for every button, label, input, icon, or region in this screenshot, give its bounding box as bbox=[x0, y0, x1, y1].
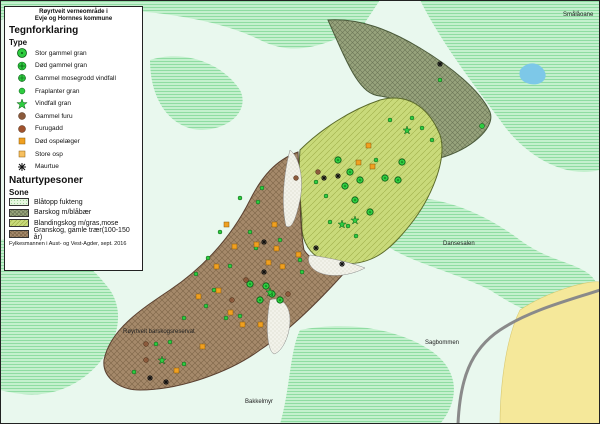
legend-item-dead-aspen-log: Død ospelæger bbox=[9, 135, 138, 148]
anthill-icon bbox=[9, 161, 35, 173]
dead-aspen-log-icon bbox=[9, 135, 35, 147]
legend-label: Blandingskog m/gras,mose bbox=[34, 219, 119, 227]
legend-label: Granskog, gamle trær(100-150 år) bbox=[33, 226, 130, 241]
legend-item-dead-old-spruce: Død gammel gran bbox=[9, 60, 138, 73]
dead-old-spruce-icon bbox=[9, 60, 35, 72]
legend-label: Store osp bbox=[35, 150, 63, 158]
legend-zone-granskog: Granskog, gamle trær(100-150 år) bbox=[9, 226, 138, 241]
legend-type-heading: Type bbox=[9, 38, 28, 47]
legend-label: Død ospelæger bbox=[35, 137, 80, 145]
spruce-windfall-icon bbox=[9, 97, 35, 110]
legend-item-old-pine: Gammel furu bbox=[9, 110, 138, 123]
legend-sone-heading: Sone bbox=[9, 187, 29, 197]
legend-item-mossy-windfall: Gammel mosegrodd vindfall bbox=[9, 72, 138, 85]
legend-heading: Tegnforklaring bbox=[9, 25, 79, 36]
place-smaldoane: Smålåoane bbox=[563, 12, 594, 18]
legend-item-big-old-spruce: Stor gammel gran bbox=[9, 47, 138, 60]
map-title-line1: Røyrtveit verneområde i bbox=[39, 9, 108, 15]
place-saglbommen: Sagbommen bbox=[425, 340, 460, 346]
legend-item-anthill: Maurtue bbox=[9, 160, 138, 173]
legend-label: Blåtopp fukteng bbox=[34, 198, 83, 206]
legend-zone-blatopp: Blåtopp fukteng bbox=[9, 197, 138, 208]
legend-label: Furugadd bbox=[35, 125, 63, 133]
old-pine-icon bbox=[9, 110, 35, 122]
zone-swatch-blatopp bbox=[9, 198, 29, 207]
legend-label: Maurtue bbox=[35, 163, 59, 171]
place-dansesalen: Dansesalen bbox=[443, 241, 475, 247]
legend-item-spruce-seedlings: Fraplanter gran bbox=[9, 85, 138, 98]
legend-panel: Røyrtveit verneområde i Evje og Hornnes … bbox=[4, 6, 143, 271]
large-aspen-icon bbox=[9, 148, 35, 160]
legend-label: Stor gammel gran bbox=[35, 49, 87, 57]
zone-swatch-blandingskog bbox=[9, 219, 29, 228]
mossy-windfall-icon bbox=[9, 72, 35, 84]
legend-label: Gammel furu bbox=[35, 112, 73, 120]
legend-zone-barskog: Barskog m/blåbær bbox=[9, 207, 138, 218]
legend-item-spruce-windfall: Vindfall gran bbox=[9, 97, 138, 110]
legend-label: Fraplanter gran bbox=[35, 87, 80, 95]
pine-snag-icon bbox=[9, 123, 35, 135]
zone-swatch-barskog bbox=[9, 208, 29, 217]
legend-item-large-aspen: Store osp bbox=[9, 148, 138, 161]
legend-label: Vindfall gran bbox=[35, 100, 72, 108]
legend-label: Død gammel gran bbox=[35, 62, 88, 70]
map-frame: Smålåoane Dansesalen Sagbommen Røyrtveit… bbox=[0, 0, 600, 424]
place-royrtveit-berskogsreservat: Røyrtveit barskogsreservat bbox=[123, 329, 195, 335]
legend-label: Gammel mosegrodd vindfall bbox=[35, 74, 116, 82]
legend-credit: Fylkesmannen i Aust- og Vest-Agder, sept… bbox=[9, 240, 127, 247]
map-title-line2: Evje og Hornnes kommune bbox=[34, 16, 113, 22]
spruce-seedlings-icon bbox=[9, 85, 35, 97]
place-bakkelmyr: Bakkelmyr bbox=[245, 399, 274, 405]
big-old-spruce-icon bbox=[9, 47, 35, 59]
zone-swatch-granskog bbox=[9, 229, 29, 238]
legend-naturtyper-heading: Naturtypesoner bbox=[9, 174, 83, 186]
legend-item-pine-snag: Furugadd bbox=[9, 123, 138, 136]
legend-label: Barskog m/blåbær bbox=[34, 209, 92, 217]
